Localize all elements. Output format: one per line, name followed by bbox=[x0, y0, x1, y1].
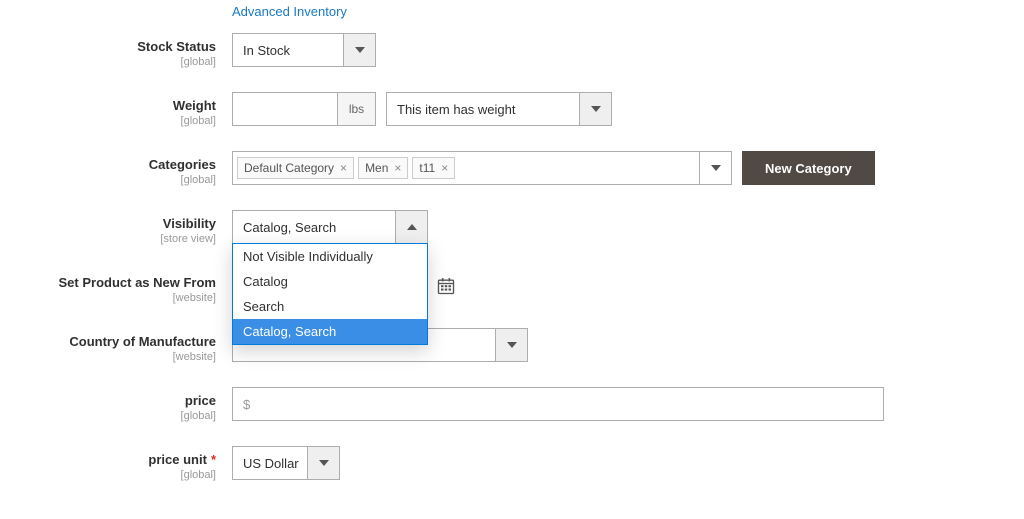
categories-scope: [global] bbox=[0, 174, 216, 186]
weight-input[interactable]: lbs bbox=[232, 92, 376, 126]
chevron-down-icon bbox=[495, 329, 527, 361]
visibility-option[interactable]: Not Visible Individually bbox=[233, 244, 427, 269]
price-prefix: $ bbox=[243, 397, 250, 412]
chevron-down-icon bbox=[343, 34, 375, 66]
price-unit-scope: [global] bbox=[0, 469, 216, 481]
new-from-scope: [website] bbox=[0, 292, 216, 304]
country-label: Country of Manufacture bbox=[69, 334, 216, 349]
visibility-label: Visibility bbox=[163, 216, 216, 231]
stock-status-select[interactable]: In Stock bbox=[232, 33, 376, 67]
price-unit-value: US Dollar bbox=[243, 456, 299, 471]
stock-status-label: Stock Status bbox=[137, 39, 216, 54]
weight-has-weight-select[interactable]: This item has weight bbox=[386, 92, 612, 126]
price-label: price bbox=[185, 393, 216, 408]
visibility-option[interactable]: Catalog, Search bbox=[233, 319, 427, 344]
visibility-dropdown-menu: Not Visible Individually Catalog Search … bbox=[232, 243, 428, 345]
chevron-down-icon[interactable] bbox=[699, 152, 731, 184]
category-tag: t11 × bbox=[412, 157, 455, 179]
chevron-down-icon bbox=[579, 93, 611, 125]
categories-label: Categories bbox=[149, 157, 216, 172]
price-input[interactable]: $ bbox=[232, 387, 884, 421]
remove-tag-icon[interactable]: × bbox=[394, 161, 401, 175]
category-tag-label: t11 bbox=[419, 161, 435, 175]
visibility-select[interactable]: Catalog, Search bbox=[232, 210, 428, 244]
categories-multiselect[interactable]: Default Category × Men × t11 × bbox=[232, 151, 732, 185]
category-tag-label: Default Category bbox=[244, 161, 334, 175]
stock-status-scope: [global] bbox=[0, 56, 216, 68]
remove-tag-icon[interactable]: × bbox=[340, 161, 347, 175]
stock-status-value: In Stock bbox=[243, 43, 290, 58]
new-category-button[interactable]: New Category bbox=[742, 151, 875, 185]
category-tag: Men × bbox=[358, 157, 408, 179]
remove-tag-icon[interactable]: × bbox=[441, 161, 448, 175]
price-unit-label: price unit* bbox=[148, 452, 216, 467]
chevron-up-icon bbox=[395, 211, 427, 243]
visibility-option[interactable]: Catalog bbox=[233, 269, 427, 294]
calendar-icon[interactable] bbox=[432, 273, 460, 299]
category-tag-label: Men bbox=[365, 161, 388, 175]
visibility-option[interactable]: Search bbox=[233, 294, 427, 319]
category-tag: Default Category × bbox=[237, 157, 354, 179]
required-icon: * bbox=[211, 452, 216, 467]
visibility-scope: [store view] bbox=[0, 233, 216, 245]
price-scope: [global] bbox=[0, 410, 216, 422]
new-from-label: Set Product as New From bbox=[59, 275, 216, 290]
weight-scope: [global] bbox=[0, 115, 216, 127]
product-form: Advanced Inventory Stock Status [global]… bbox=[0, 0, 1024, 481]
country-scope: [website] bbox=[0, 351, 216, 363]
weight-has-weight-value: This item has weight bbox=[397, 102, 516, 117]
visibility-value: Catalog, Search bbox=[243, 220, 336, 235]
weight-unit-label: lbs bbox=[337, 93, 375, 125]
advanced-inventory-link[interactable]: Advanced Inventory bbox=[232, 4, 347, 19]
price-unit-select[interactable]: US Dollar bbox=[232, 446, 340, 480]
weight-label: Weight bbox=[173, 98, 216, 113]
chevron-down-icon bbox=[307, 447, 339, 479]
